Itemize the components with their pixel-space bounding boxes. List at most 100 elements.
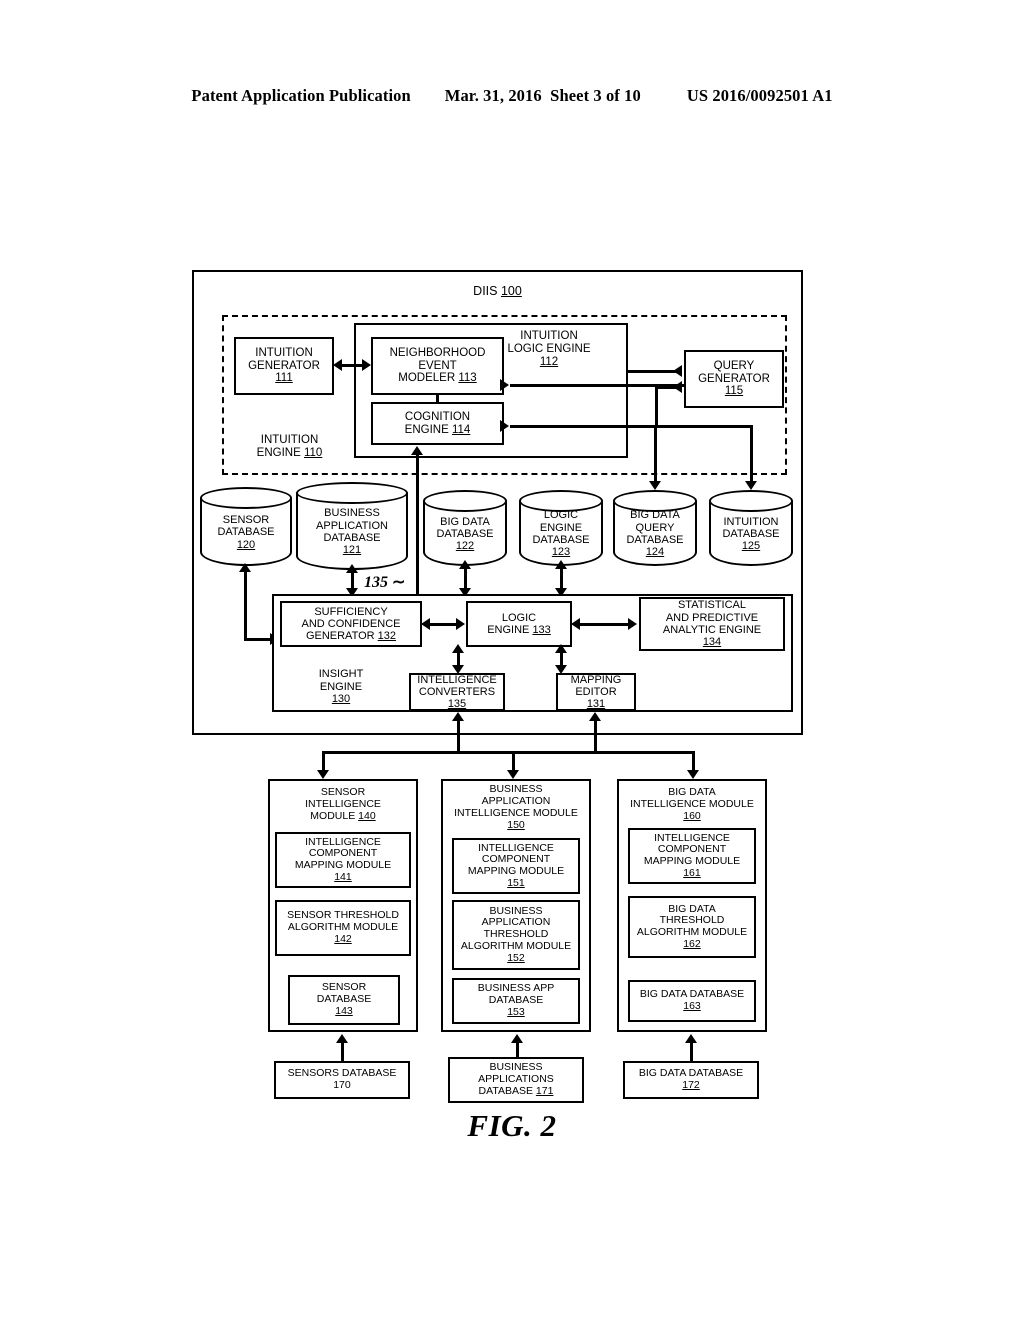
db4-line2: QUERY [635, 521, 675, 534]
db5-line1: INTUITION [723, 515, 779, 528]
intuition-logic-engine-line1: INTUITION [520, 330, 578, 342]
arrow-132-133-r [456, 618, 465, 630]
m1c2-l1: BUSINESS APP [477, 982, 555, 995]
m2c1-l1: BIG DATA [668, 902, 716, 915]
le133-line2: ENGINE [487, 624, 530, 636]
sensors-database-170[interactable]: SENSORS DATABASE 170 [274, 1061, 410, 1099]
db3-line3: DATABASE [532, 534, 590, 546]
neighborhood-event-modeler-box[interactable]: NEIGHBORHOOD EVENT MODELER 113 [371, 337, 504, 395]
cognition-engine-line2: ENGINE [404, 423, 449, 436]
business-app-database-153[interactable]: BUSINESS APP DATABASE 153 [452, 978, 580, 1024]
m1-title1: BUSINESS [489, 783, 543, 795]
arrow-171-up [511, 1034, 523, 1043]
business-applications-database-171[interactable]: BUSINESS APPLICATIONS DATABASE 171 [448, 1057, 584, 1103]
bdb2-ref: 172 [682, 1079, 700, 1091]
m1-title3: INTELLIGENCE MODULE [454, 807, 578, 820]
me-line1: MAPPING [570, 673, 622, 686]
big-data-database[interactable]: BIG DATA DATABASE 122 [423, 490, 507, 566]
cognition-engine-line1: COGNITION [404, 410, 471, 423]
m2c2-l1: BIG DATA DATABASE [639, 988, 745, 1001]
conn-170-up [341, 1042, 344, 1063]
arrow-112-114 [500, 420, 509, 432]
m1c2-l2: DATABASE [488, 994, 544, 1007]
business-module-title: BUSINESS APPLICATION INTELLIGENCE MODULE… [441, 783, 591, 831]
arrow-into-120 [239, 563, 251, 572]
m0c0-l3: MAPPING MODULE [294, 859, 392, 871]
intelligence-component-mapping-module-141[interactable]: INTELLIGENCE COMPONENT MAPPING MODULE 14… [275, 832, 411, 888]
sensor-database[interactable]: SENSOR DATABASE 120 [200, 487, 292, 566]
m0-title1: SENSOR [320, 786, 366, 798]
sacg-line3: GENERATOR [305, 630, 375, 643]
statistical-and-predictive-analytic-engine-box[interactable]: STATISTICAL AND PREDICTIVE ANALYTIC ENGI… [639, 597, 785, 651]
arrow-bus-bigdata-module [687, 770, 699, 779]
mapping-editor-box[interactable]: MAPPING EDITOR 131 [556, 673, 636, 711]
bus-riser-to-135 [457, 720, 460, 753]
m1-title2: APPLICATION [481, 795, 551, 808]
big-data-database-172[interactable]: BIG DATA DATABASE 172 [623, 1061, 759, 1099]
intuition-generator-box[interactable]: INTUITION GENERATOR 111 [234, 337, 334, 395]
arrow-121-up [346, 564, 358, 573]
sufficiency-and-confidence-generator-box[interactable]: SUFFICIENCY AND CONFIDENCE GENERATOR 132 [280, 601, 422, 647]
db2-ref: 122 [455, 540, 475, 553]
page-header: Patent Application Publication Mar. 31, … [0, 86, 1024, 106]
m1c1-l4: ALGORITHM MODULE [460, 939, 572, 952]
bdb0-ref: 170 [333, 1079, 351, 1091]
arrow-111-113-left [333, 359, 342, 371]
arrow-bus-sensor-module [317, 770, 329, 779]
conn-qg-125-v [750, 425, 753, 482]
business-application-threshold-algorithm-module-152[interactable]: BUSINESS APPLICATION THRESHOLD ALGORITHM… [452, 900, 580, 970]
arrow-123-up [555, 560, 567, 569]
big-data-database-163[interactable]: BIG DATA DATABASE 163 [628, 980, 756, 1022]
m2c0-ref: 161 [683, 866, 701, 879]
arrow-133-135-u [452, 644, 464, 653]
m0c0-l1: INTELLIGENCE [305, 835, 381, 848]
db2-line1: BIG DATA [440, 515, 490, 528]
intelligence-component-mapping-module-151[interactable]: INTELLIGENCE COMPONENT MAPPING MODULE 15… [452, 838, 580, 894]
m1c1-l1: BUSINESS [489, 904, 543, 917]
insight-engine-label: INSIGHT ENGINE 130 [288, 668, 394, 706]
m2c0-l3: MAPPING MODULE [643, 855, 741, 867]
business-application-database[interactable]: BUSINESS APPLICATION DATABASE 121 [296, 482, 408, 570]
m1-ref: 150 [507, 819, 525, 832]
db0-ref: 120 [236, 538, 256, 551]
query-generator-box[interactable]: QUERY GENERATOR 115 [684, 350, 784, 408]
db1-ref: 121 [342, 544, 362, 557]
big-data-threshold-algorithm-module-162[interactable]: BIG DATA THRESHOLD ALGORITHM MODULE 162 [628, 896, 756, 958]
sacg-ref: 132 [377, 630, 397, 643]
bdb1-l2: APPLICATIONS [478, 1073, 554, 1086]
m0c1-l1: SENSOR THRESHOLD [287, 909, 399, 922]
arrow-112-113 [500, 379, 509, 391]
logic-engine-133-box[interactable]: LOGIC ENGINE 133 [466, 601, 572, 647]
m2c0-l2: COMPONENT [657, 843, 727, 856]
sensor-database-143[interactable]: SENSOR DATABASE 143 [288, 975, 400, 1025]
sensor-threshold-algorithm-module-142[interactable]: SENSOR THRESHOLD ALGORITHM MODULE 142 [275, 900, 411, 956]
m1c1-ref: 152 [507, 951, 525, 964]
db1-line1: BUSINESS [324, 507, 380, 520]
header-date-sheet: Mar. 31, 2016 Sheet 3 of 10 [444, 86, 641, 105]
conn-113-114 [436, 395, 439, 403]
big-data-query-database[interactable]: BIG DATA QUERY DATABASE 124 [613, 490, 697, 566]
m0c0-ref: 141 [334, 870, 352, 883]
m0-title2: INTELLIGENCE [305, 798, 381, 811]
nem-line3: MODELER [398, 372, 456, 385]
query-generator-ref: 115 [724, 385, 744, 398]
distribution-bus [322, 751, 694, 754]
me-ref: 131 [586, 698, 606, 711]
arrow-112-qg [673, 365, 682, 377]
intelligence-component-mapping-module-161[interactable]: INTELLIGENCE COMPONENT MAPPING MODULE 16… [628, 828, 756, 884]
m2c1-l3: ALGORITHM MODULE [636, 926, 748, 938]
cognition-engine-box[interactable]: COGNITION ENGINE 114 [371, 402, 504, 445]
arrow-172-up [685, 1034, 697, 1043]
arrow-bus-business-module [507, 770, 519, 779]
conn-qg-125-h [654, 425, 752, 428]
m0c1-ref: 142 [334, 932, 352, 945]
db4-line1: BIG DATA [630, 509, 680, 522]
squiggle-icon: ∼ [392, 574, 406, 591]
m2-title1: BIG DATA [668, 786, 716, 798]
logic-engine-database[interactable]: LOGIC ENGINE DATABASE 123 [519, 490, 603, 566]
bdb0-l1: SENSORS DATABASE [287, 1067, 397, 1080]
intelligence-converters-box[interactable]: INTELLIGENCE CONVERTERS 135 [409, 673, 505, 711]
m0-ref: 140 [358, 810, 376, 823]
intuition-database[interactable]: INTUITION DATABASE 125 [709, 490, 793, 566]
arrow-133-134-l [571, 618, 580, 630]
